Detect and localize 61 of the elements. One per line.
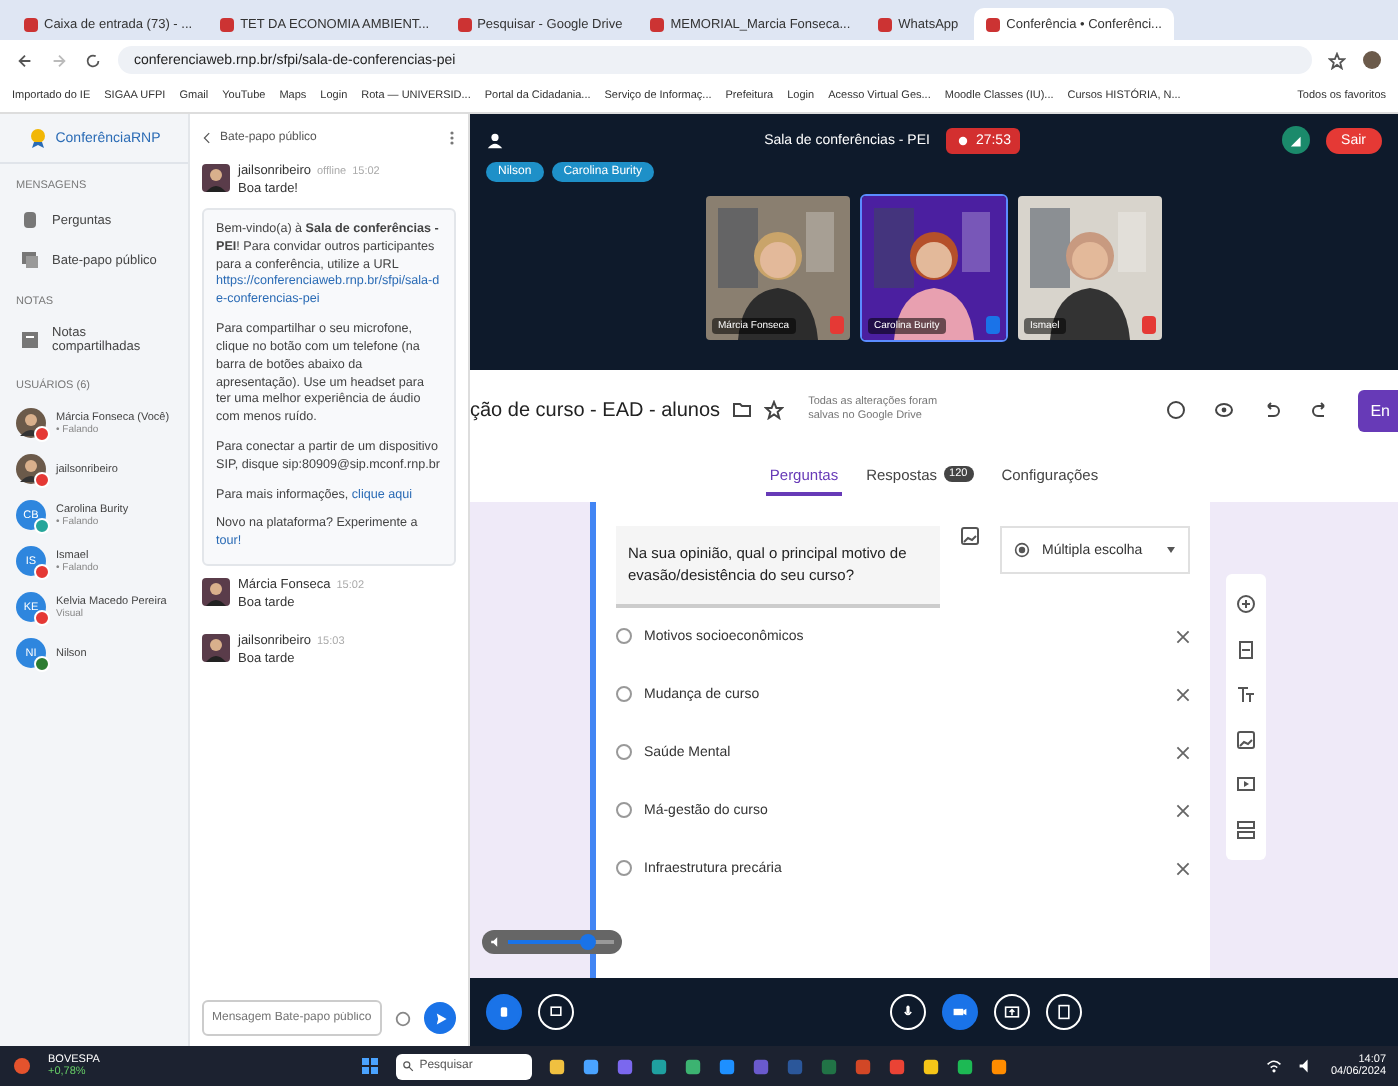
radio-button[interactable] [616, 860, 632, 876]
wifi-icon [1266, 1058, 1283, 1074]
record-icon [955, 133, 970, 147]
form-title[interactable]: ção de curso - EAD - alunos [470, 399, 721, 421]
chevron-left-icon [202, 132, 214, 144]
connection-icon[interactable] [1281, 126, 1310, 154]
hand-button[interactable] [486, 994, 522, 1030]
camera-button[interactable] [942, 994, 978, 1030]
screen-button[interactable] [538, 994, 574, 1030]
mic-icon [900, 1004, 916, 1020]
radio-button[interactable] [616, 744, 632, 760]
radio-button[interactable] [616, 686, 632, 702]
avatar [202, 578, 230, 606]
profile-icon [1362, 50, 1382, 70]
send-button[interactable]: En [1358, 389, 1398, 431]
note-icon [20, 330, 40, 350]
close-icon[interactable] [1176, 629, 1190, 643]
close-icon[interactable] [1176, 745, 1190, 759]
presentation-button[interactable] [1046, 994, 1082, 1030]
video-icon [1236, 774, 1256, 795]
speaker-icon [490, 936, 502, 948]
radio-button[interactable] [616, 628, 632, 644]
users-icon [486, 131, 504, 149]
close-icon[interactable] [1176, 803, 1190, 817]
emoji-icon [394, 1009, 412, 1027]
back-icon [16, 51, 34, 69]
chat-icon [20, 250, 40, 270]
folder-icon [732, 400, 753, 420]
send-button[interactable] [424, 1002, 456, 1034]
close-icon[interactable] [1176, 687, 1190, 701]
more-icon [448, 130, 456, 146]
close-icon[interactable] [1176, 861, 1190, 875]
redo-icon [1310, 400, 1331, 420]
image-icon [960, 526, 980, 546]
section-icon [1236, 819, 1256, 840]
reload-icon [84, 51, 102, 69]
start-icon [359, 1056, 380, 1076]
avatar [202, 164, 230, 192]
radio-icon [1014, 542, 1030, 558]
forward-icon [50, 51, 68, 69]
undo-icon [1262, 400, 1283, 420]
caret-icon [1166, 546, 1176, 554]
share-button[interactable] [994, 994, 1030, 1030]
share-screen-icon [1004, 1004, 1020, 1020]
camera-icon [952, 1004, 968, 1020]
image-icon [1236, 729, 1256, 750]
text-icon [1236, 684, 1256, 705]
send-icon [433, 1011, 447, 1025]
star-icon [764, 400, 785, 420]
mic-button[interactable] [890, 994, 926, 1030]
avatar [202, 634, 230, 662]
presentation-icon [1056, 1004, 1072, 1020]
import-icon [1236, 639, 1256, 660]
search-icon [401, 1060, 414, 1072]
preview-icon [1214, 400, 1235, 420]
radio-button[interactable] [616, 802, 632, 818]
star-icon [1328, 51, 1346, 69]
volume-slider[interactable] [482, 930, 622, 954]
add-icon [1236, 594, 1256, 615]
screen-icon [548, 1004, 564, 1020]
logo-icon [27, 128, 48, 148]
